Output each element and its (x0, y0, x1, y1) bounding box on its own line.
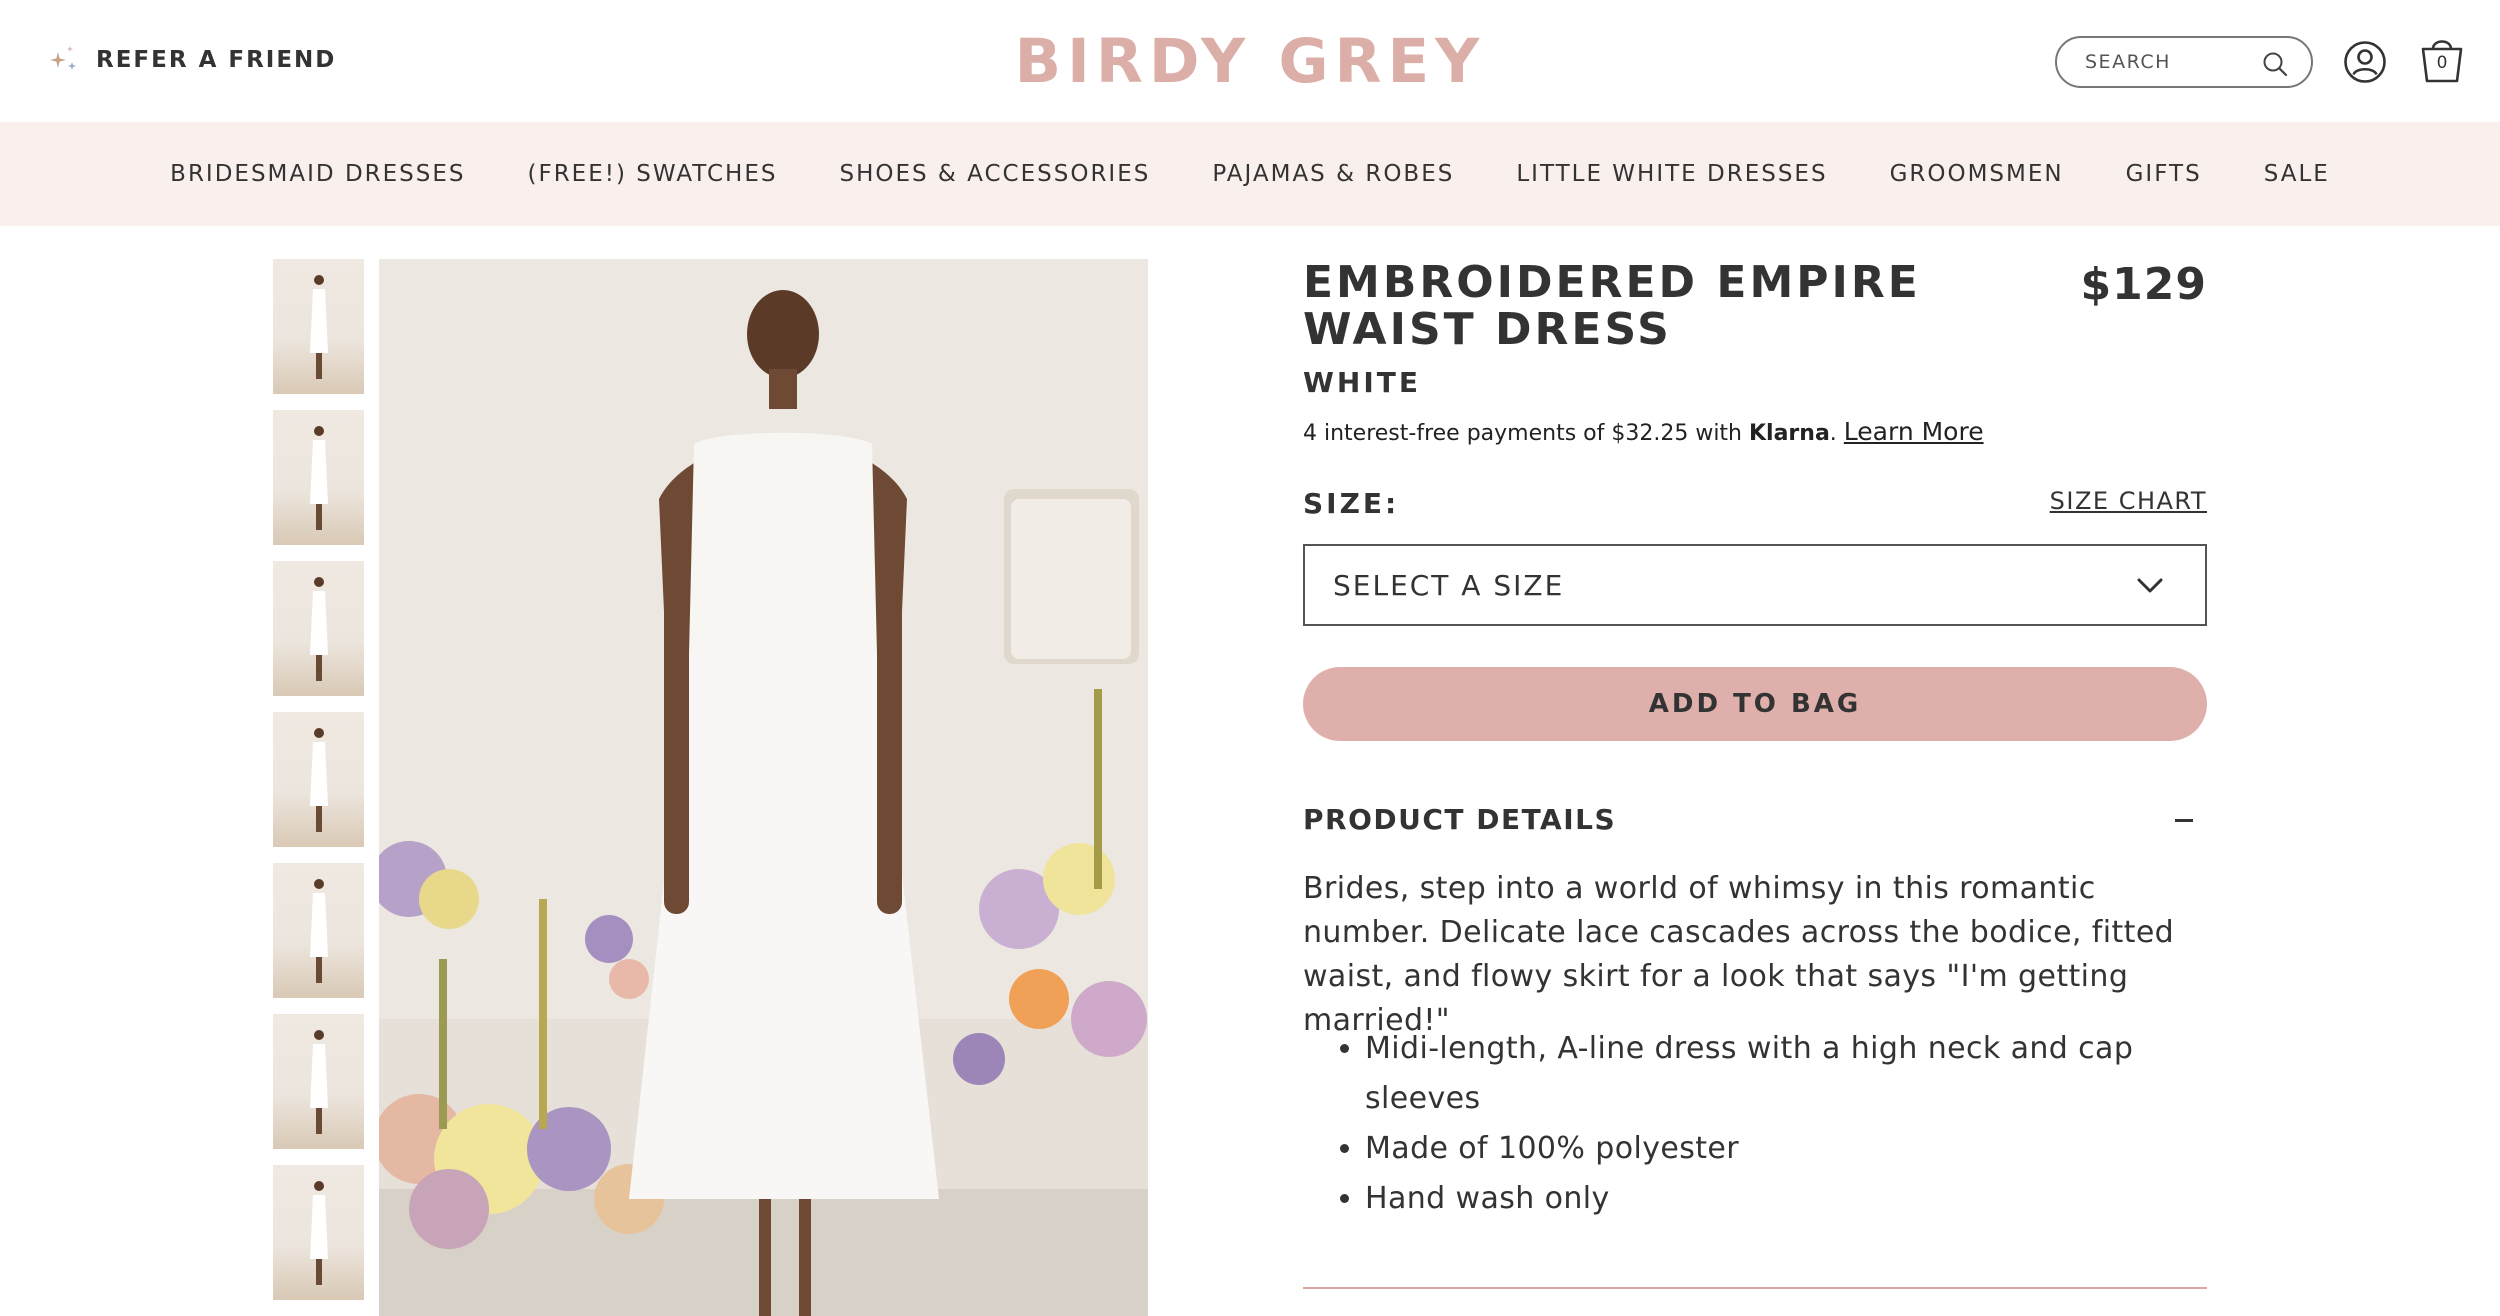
list-item: Hand wash only (1365, 1174, 2207, 1224)
nav-item-free-swatches[interactable]: (FREE!) SWATCHES (528, 161, 778, 187)
product-description: Brides, step into a world of whimsy in t… (1303, 871, 2175, 1038)
product-thumbnail[interactable] (273, 1165, 364, 1300)
size-chart-link[interactable]: SIZE CHART (2050, 487, 2207, 515)
product-thumbnail[interactable] (273, 712, 364, 847)
nav-item-groomsmen[interactable]: GROOMSMEN (1890, 161, 2064, 187)
product-thumbnail[interactable] (273, 1014, 364, 1149)
account-icon[interactable] (2343, 40, 2387, 84)
product-feature-list: Midi-length, A-line dress with a high ne… (1365, 1024, 2207, 1224)
size-select-value: SELECT A SIZE (1333, 568, 1565, 602)
product-thumbnail[interactable] (273, 863, 364, 998)
chevron-down-icon (2137, 578, 2163, 593)
nav-item-shoes-accessories[interactable]: SHOES & ACCESSORIES (839, 161, 1150, 187)
size-label: SIZE: (1303, 487, 1400, 520)
klarna-learn-more-link[interactable]: Learn More (1844, 417, 1984, 446)
nav-item-gifts[interactable]: GIFTS (2126, 161, 2202, 187)
section-divider (1303, 1287, 2207, 1289)
product-color: WHITE (1303, 366, 1421, 399)
search-icon[interactable] (2261, 50, 2289, 78)
main-product-image[interactable] (379, 259, 1148, 1316)
site-header: REFER A FRIEND BIRDY GREY 0 (0, 0, 2500, 122)
nav-item-sale[interactable]: SALE (2264, 161, 2330, 187)
nav-item-little-white-dresses[interactable]: LITTLE WHITE DRESSES (1516, 161, 1827, 187)
thumbnail-gallery (273, 259, 364, 1316)
klarna-period: . (1829, 421, 1837, 446)
add-to-bag-button[interactable]: ADD TO BAG (1303, 667, 2207, 741)
product-thumbnail[interactable] (273, 561, 364, 696)
shopping-bag-button[interactable]: 0 (2418, 33, 2466, 85)
product-thumbnail[interactable] (273, 410, 364, 545)
search-input[interactable] (2085, 51, 2255, 73)
product-title: EMBROIDERED EMPIRE WAIST DRESS (1303, 257, 1921, 355)
main-navigation: BRIDESMAID DRESSES (FREE!) SWATCHES SHOE… (0, 122, 2500, 226)
product-details-toggle[interactable]: PRODUCT DETAILS (1303, 803, 1616, 836)
product-thumbnail[interactable] (273, 259, 364, 394)
search-box[interactable] (2055, 36, 2313, 88)
product-photo (379, 259, 1148, 1316)
nav-item-pajamas-robes[interactable]: PAJAMAS & ROBES (1212, 161, 1454, 187)
klarna-text: 4 interest-free payments of $32.25 with (1303, 421, 1749, 446)
size-select[interactable]: SELECT A SIZE (1303, 544, 2207, 626)
klarna-installments: 4 interest-free payments of $32.25 with … (1303, 417, 1984, 446)
list-item: Made of 100% polyester (1365, 1124, 2207, 1174)
minus-icon[interactable] (2175, 819, 2193, 822)
product-price: $129 (2080, 259, 2207, 310)
klarna-brand: Klarna (1749, 421, 1830, 446)
list-item: Midi-length, A-line dress with a high ne… (1365, 1024, 2207, 1124)
nav-item-bridesmaid-dresses[interactable]: BRIDESMAID DRESSES (170, 161, 465, 187)
bag-count-badge: 0 (2436, 53, 2448, 73)
